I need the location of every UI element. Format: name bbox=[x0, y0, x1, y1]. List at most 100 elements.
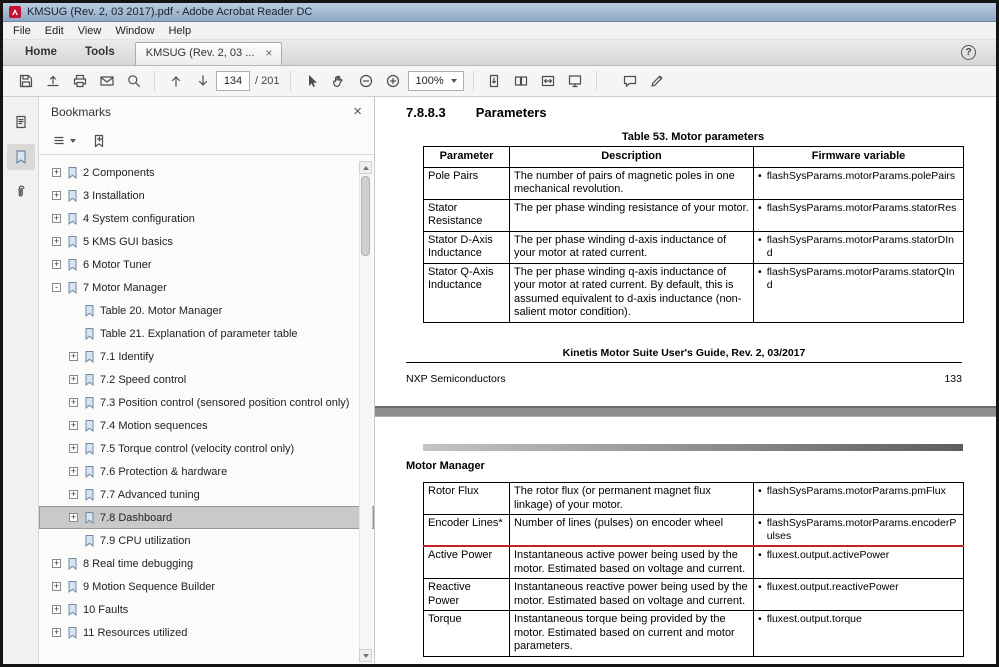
menu-item[interactable]: Help bbox=[161, 23, 198, 39]
cell-description: The per phase winding resistance of your… bbox=[509, 198, 754, 232]
scrollbar-thumb[interactable] bbox=[361, 176, 370, 256]
expander-icon[interactable]: + bbox=[68, 421, 79, 430]
bookmark-item[interactable]: + 9 Motion Sequence Builder bbox=[39, 575, 374, 598]
help-icon[interactable]: ? bbox=[961, 45, 976, 60]
scroll-down-icon[interactable] bbox=[359, 649, 372, 662]
cell-parameter: Active Power bbox=[423, 545, 510, 579]
table-row: Stator Q-Axis Inductance The per phase w… bbox=[423, 262, 964, 323]
cell-firmware: • flashSysParams.motorParams.pmFlux bbox=[753, 482, 964, 515]
menu-item[interactable]: File bbox=[6, 23, 38, 39]
expander-icon[interactable]: + bbox=[51, 191, 62, 200]
expander-icon[interactable]: + bbox=[68, 444, 79, 453]
window-title: KMSUG (Rev. 2, 03 2017).pdf - Adobe Acro… bbox=[27, 6, 313, 18]
cell-description: The number of pairs of magnetic poles in… bbox=[509, 166, 754, 200]
bookmark-item[interactable]: + 7.8 Dashboard bbox=[39, 506, 374, 529]
bookmarks-options-button[interactable] bbox=[53, 134, 76, 147]
scroll-up-icon[interactable] bbox=[359, 161, 372, 174]
bookmark-item[interactable]: + 5 KMS GUI basics bbox=[39, 230, 374, 253]
bookmark-item[interactable]: - 7 Motor Manager bbox=[39, 276, 374, 299]
page-number-input[interactable] bbox=[216, 71, 250, 91]
expander-icon[interactable]: + bbox=[51, 605, 62, 614]
bookmark-item[interactable]: + 7.4 Motion sequences bbox=[39, 414, 374, 437]
save-button[interactable] bbox=[13, 69, 38, 93]
bookmark-item[interactable]: + 7.3 Position control (sensored positio… bbox=[39, 391, 374, 414]
highlight-tool-button[interactable] bbox=[645, 69, 670, 93]
bookmark-label: Table 20. Motor Manager bbox=[100, 304, 223, 317]
bookmarks-scrollbar[interactable] bbox=[359, 161, 372, 662]
expander-icon[interactable]: + bbox=[51, 628, 62, 637]
comment-tool-button[interactable] bbox=[618, 69, 643, 93]
page-scrolling-view-button[interactable] bbox=[482, 69, 507, 93]
cell-parameter: Pole Pairs bbox=[423, 166, 510, 200]
bookmark-item[interactable]: Table 21. Explanation of parameter table bbox=[39, 322, 374, 345]
menu-item[interactable]: Window bbox=[108, 23, 161, 39]
tab-home[interactable]: Home bbox=[11, 41, 71, 65]
expander-icon[interactable]: + bbox=[51, 237, 62, 246]
expander-icon[interactable]: + bbox=[51, 260, 62, 269]
expander-icon[interactable]: + bbox=[51, 214, 62, 223]
bookmark-label: 7.1 Identify bbox=[100, 350, 154, 363]
scrollbar-track[interactable] bbox=[359, 174, 372, 649]
bookmark-item[interactable]: + 7.1 Identify bbox=[39, 345, 374, 368]
expander-icon[interactable]: + bbox=[68, 375, 79, 384]
expander-icon[interactable]: + bbox=[68, 467, 79, 476]
upload-button[interactable] bbox=[40, 69, 65, 93]
bookmark-icon bbox=[84, 350, 95, 363]
bookmark-item[interactable]: + 7.2 Speed control bbox=[39, 368, 374, 391]
cell-firmware: • flashSysParams.motorParams.statorQInd bbox=[753, 262, 964, 323]
table-row: Stator D-Axis Inductance The per phase w… bbox=[423, 230, 964, 264]
two-page-view-button[interactable] bbox=[509, 69, 534, 93]
fit-width-view-button[interactable] bbox=[536, 69, 561, 93]
zoom-out-button[interactable] bbox=[353, 69, 378, 93]
select-tool-button[interactable] bbox=[299, 69, 324, 93]
tab-document[interactable]: KMSUG (Rev. 2, 03 ... × bbox=[134, 42, 283, 65]
print-button[interactable] bbox=[67, 69, 92, 93]
attachments-icon[interactable] bbox=[7, 179, 35, 205]
bookmark-item[interactable]: + 7.5 Torque control (velocity control o… bbox=[39, 437, 374, 460]
doc-tab-close-icon[interactable]: × bbox=[264, 47, 273, 59]
chapter-header-bar bbox=[423, 444, 963, 451]
bookmark-item[interactable]: + 6 Motor Tuner bbox=[39, 253, 374, 276]
table-row: Reactive Power Instantaneous reactive po… bbox=[423, 578, 964, 611]
email-button[interactable] bbox=[94, 69, 119, 93]
cell-parameter: Stator Resistance bbox=[423, 198, 510, 232]
bookmark-item[interactable]: + 7.6 Protection & hardware bbox=[39, 460, 374, 483]
bookmark-icon bbox=[67, 212, 78, 225]
presentation-view-button[interactable] bbox=[563, 69, 588, 93]
new-bookmark-button[interactable] bbox=[92, 134, 106, 148]
tab-tools[interactable]: Tools bbox=[71, 41, 129, 65]
bookmarks-pane-icon[interactable] bbox=[6, 144, 35, 170]
bookmark-item[interactable]: + 11 Resources utilized bbox=[39, 621, 374, 644]
expander-icon[interactable]: + bbox=[68, 352, 79, 361]
expander-icon[interactable]: + bbox=[51, 582, 62, 591]
search-icon[interactable] bbox=[121, 69, 146, 93]
bookmark-item[interactable]: + 10 Faults bbox=[39, 598, 374, 621]
bookmark-label: 5 KMS GUI basics bbox=[83, 235, 173, 248]
menu-item[interactable]: Edit bbox=[38, 23, 71, 39]
bookmark-item[interactable]: + 3 Installation bbox=[39, 184, 374, 207]
expander-icon[interactable]: + bbox=[68, 490, 79, 499]
bookmark-item[interactable]: Table 20. Motor Manager bbox=[39, 299, 374, 322]
bookmark-item[interactable]: 7.9 CPU utilization bbox=[39, 529, 374, 552]
bookmark-icon bbox=[67, 258, 78, 271]
document-viewer[interactable]: 7.8.8.3 Parameters Table 53. Motor param… bbox=[375, 97, 996, 664]
expander-icon[interactable]: + bbox=[68, 398, 79, 407]
hand-tool-button[interactable] bbox=[326, 69, 351, 93]
bookmark-item[interactable]: + 7.7 Advanced tuning bbox=[39, 483, 374, 506]
previous-page-button[interactable] bbox=[163, 69, 188, 93]
bookmarks-close-icon[interactable]: × bbox=[353, 104, 362, 119]
zoom-level-select[interactable]: 100% bbox=[408, 71, 464, 91]
bookmark-item[interactable]: + 2 Components bbox=[39, 161, 374, 184]
page-thumbnails-icon[interactable] bbox=[7, 109, 35, 135]
expander-icon[interactable]: + bbox=[68, 513, 79, 522]
bookmark-item[interactable]: + 8 Real time debugging bbox=[39, 552, 374, 575]
menu-item[interactable]: View bbox=[71, 23, 109, 39]
expander-icon[interactable]: + bbox=[51, 559, 62, 568]
bookmark-item[interactable]: + 4 System configuration bbox=[39, 207, 374, 230]
expander-icon[interactable]: - bbox=[51, 283, 62, 292]
zoom-in-button[interactable] bbox=[380, 69, 405, 93]
toolbar: / 201 100% bbox=[3, 66, 996, 97]
expander-icon[interactable]: + bbox=[51, 168, 62, 177]
zoom-level-value: 100% bbox=[415, 75, 444, 87]
next-page-button[interactable] bbox=[190, 69, 215, 93]
